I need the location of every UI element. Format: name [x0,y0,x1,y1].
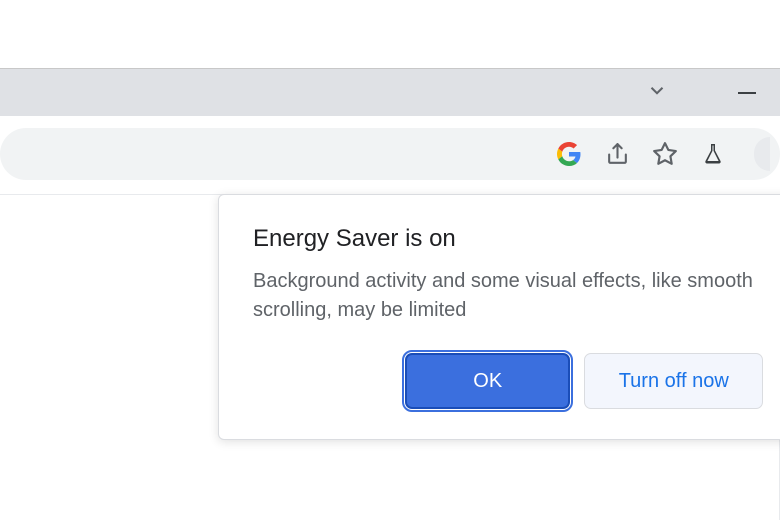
turn-off-now-button[interactable]: Turn off now [584,353,763,409]
profile-avatar[interactable] [754,137,770,171]
google-icon[interactable] [556,141,582,167]
window-minimize-button[interactable] [738,92,756,94]
tab-search-icon[interactable] [646,79,668,106]
bookmark-star-icon[interactable] [652,141,678,167]
toolbar-icon-group [556,128,780,180]
ok-button[interactable]: OK [405,353,570,409]
energy-saver-popover: Energy Saver is on Background activity a… [218,194,780,440]
share-icon[interactable] [604,141,630,167]
popover-body: Background activity and some visual effe… [253,267,763,325]
labs-flask-icon[interactable] [700,141,726,167]
popover-actions: OK Turn off now [253,353,763,409]
top-blank-region [0,0,780,68]
tab-strip [0,68,780,116]
popover-title: Energy Saver is on [253,225,763,253]
browser-toolbar [0,116,780,194]
